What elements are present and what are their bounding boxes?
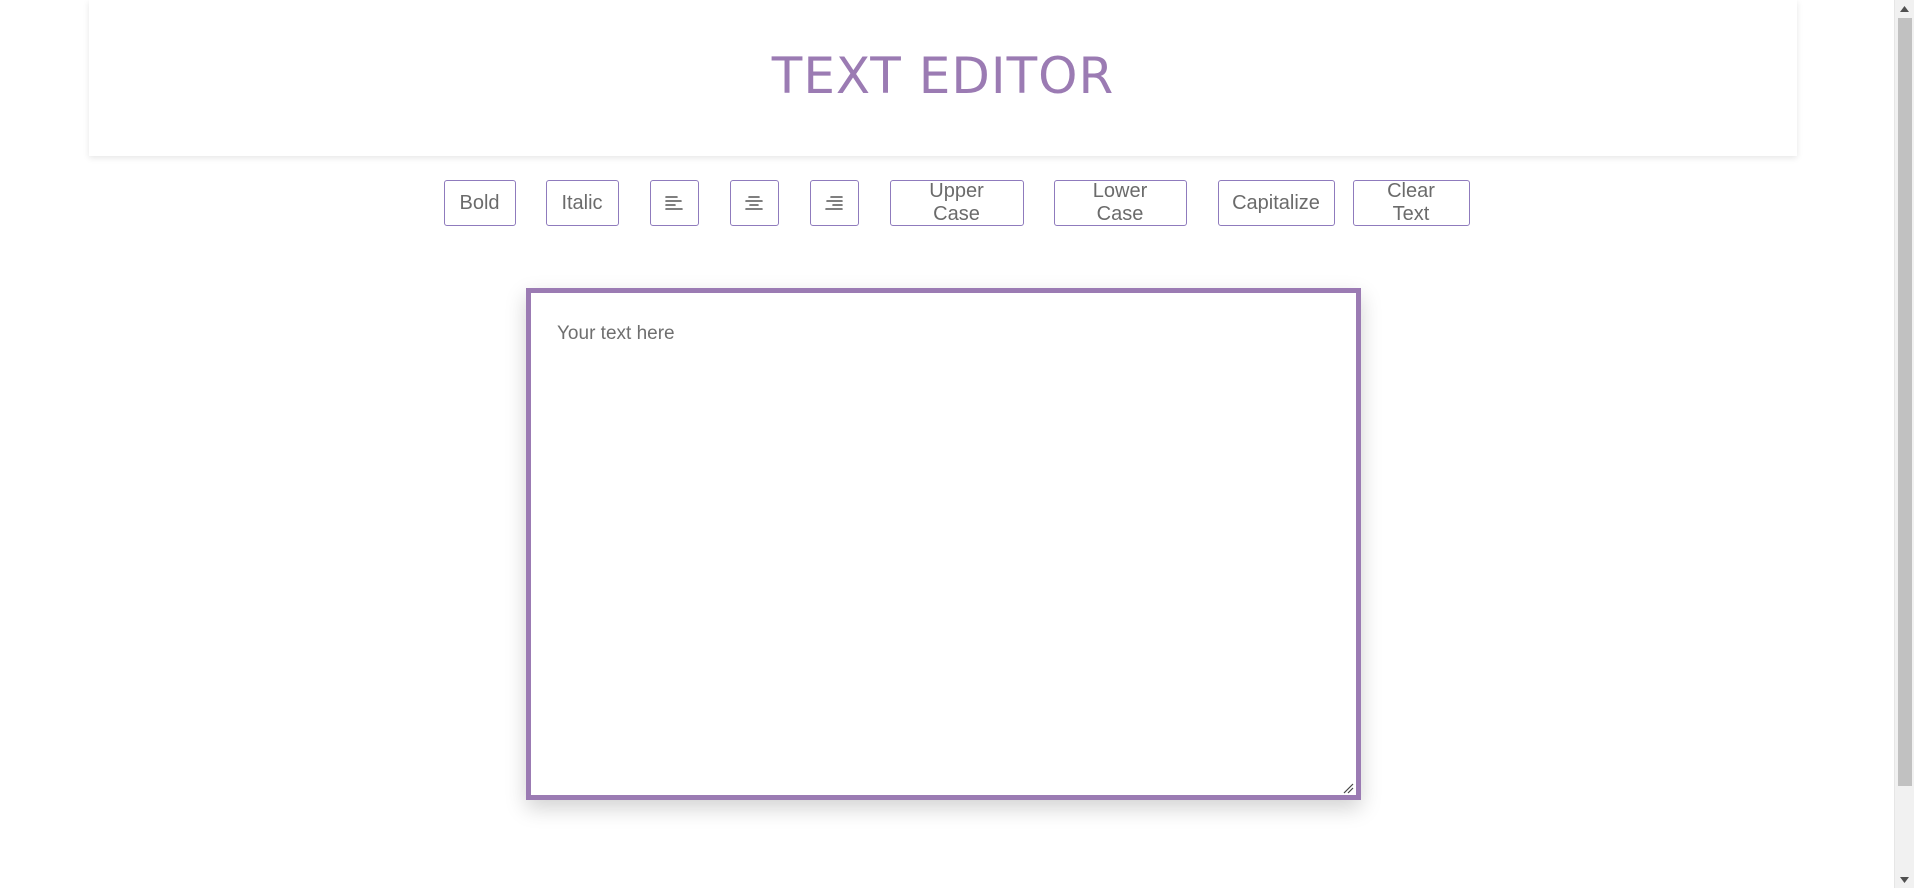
toolbar: Bold Italic Upper Case Lower Case Capita… — [0, 180, 1890, 226]
text-editor-frame — [526, 288, 1361, 800]
scrollbar-thumb[interactable] — [1898, 18, 1912, 786]
upper-case-button[interactable]: Upper Case — [889, 180, 1024, 226]
align-right-button[interactable] — [809, 180, 859, 226]
resize-handle-icon[interactable] — [1342, 781, 1354, 794]
capitalize-button[interactable]: Capitalize — [1217, 180, 1335, 226]
align-center-button[interactable] — [729, 180, 779, 226]
align-left-icon — [665, 195, 683, 211]
align-right-icon — [825, 195, 843, 211]
scroll-down-arrow-icon[interactable] — [1895, 871, 1914, 888]
align-center-icon — [745, 195, 763, 211]
lower-case-button[interactable]: Lower Case — [1053, 180, 1187, 226]
scroll-up-arrow-icon[interactable] — [1895, 0, 1914, 17]
bold-button[interactable]: Bold — [443, 180, 516, 226]
clear-text-button[interactable]: Clear Text — [1352, 180, 1470, 226]
italic-button[interactable]: Italic — [545, 180, 619, 226]
text-editor-input[interactable] — [531, 293, 1356, 795]
page-scrollbar[interactable] — [1894, 0, 1914, 888]
header: TEXT EDITOR — [89, 0, 1797, 156]
align-left-button[interactable] — [649, 180, 699, 226]
page: TEXT EDITOR Bold Italic Upper Case Lower… — [0, 0, 1914, 888]
page-title: TEXT EDITOR — [771, 47, 1115, 105]
